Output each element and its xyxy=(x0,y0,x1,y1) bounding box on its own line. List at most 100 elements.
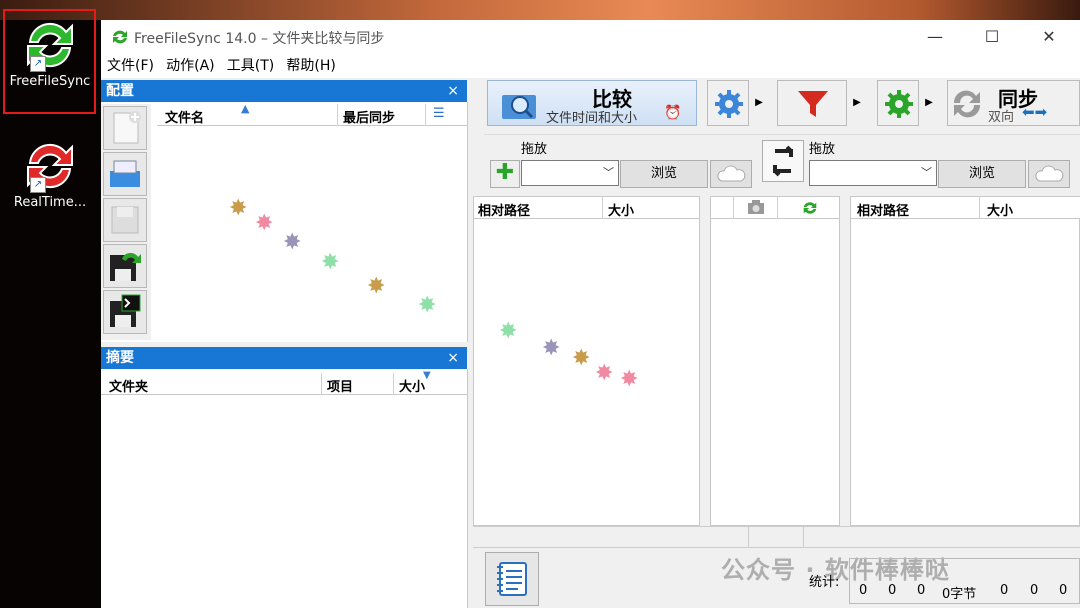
save-as-batch-button[interactable] xyxy=(103,244,147,288)
desktop-icon-realtimesync[interactable]: ↗ RealTime... xyxy=(4,135,96,210)
divider xyxy=(337,104,338,126)
minimize-button[interactable]: — xyxy=(912,24,958,50)
loading-sparkle-icon: ✸ xyxy=(572,346,591,371)
save-as-script-button[interactable] xyxy=(103,290,147,334)
col-relative-path-left[interactable]: 相对路径 xyxy=(478,200,530,219)
stat-right-create: 0 xyxy=(1000,583,1009,598)
compare-variant: 文件时间和大小 xyxy=(546,111,638,126)
shortcut-arrow-icon: ↗ xyxy=(30,56,46,72)
title-bar: FreeFileSync 14.0 – 文件夹比较与同步 — ☐ ✕ xyxy=(101,20,1080,54)
add-folder-pair-button[interactable]: ✚ xyxy=(490,160,520,188)
shortcut-arrow-icon: ↗ xyxy=(30,177,46,193)
col-size-right[interactable]: 大小 xyxy=(987,200,1013,219)
loading-sparkle-icon: ✸ xyxy=(542,336,561,361)
left-folder-label: 拖放 xyxy=(521,142,548,157)
gear-icon xyxy=(715,90,743,118)
divider xyxy=(321,373,322,395)
left-browse-button[interactable]: 浏览 xyxy=(620,160,708,188)
config-pane-close-button[interactable]: × xyxy=(447,80,459,102)
col-size[interactable]: 大小 xyxy=(399,376,425,395)
compare-settings-dropdown[interactable]: ▶ xyxy=(752,80,766,126)
column-options-icon[interactable]: ☰ xyxy=(433,106,445,121)
camera-icon[interactable] xyxy=(747,199,765,219)
loading-sparkle-icon: ✸ xyxy=(367,274,386,299)
desktop-icon-label: FreeFileSync xyxy=(9,74,91,89)
menu-tools[interactable]: 工具(T) xyxy=(227,54,274,78)
new-config-button[interactable] xyxy=(103,106,147,150)
col-filename[interactable]: 文件名 xyxy=(165,107,204,126)
menu-actions[interactable]: 动作(A) xyxy=(166,54,215,78)
log-button[interactable] xyxy=(485,552,539,606)
horizontal-scrollbar[interactable] xyxy=(473,526,1080,548)
stat-left-delete: 0 xyxy=(917,583,926,598)
realtimesync-icon: ↗ xyxy=(20,135,80,195)
sync-button[interactable]: 同步 双向 ⬅➡ xyxy=(947,80,1080,126)
compare-settings-button[interactable] xyxy=(707,80,749,126)
loading-sparkle-icon: ✸ xyxy=(499,319,518,344)
stats-panel: 0 0 0 0字节 0 0 0 xyxy=(849,558,1080,604)
window-title: FreeFileSync 14.0 – 文件夹比较与同步 xyxy=(134,31,385,47)
loading-sparkle-icon: ✸ xyxy=(255,211,274,236)
config-toolbar xyxy=(101,104,151,340)
stat-left-create: 0 xyxy=(859,583,868,598)
stat-right-delete: 0 xyxy=(1059,583,1068,598)
desktop-icon-freefilesync[interactable]: ↗ FreeFileSync xyxy=(4,14,96,89)
right-browse-button[interactable]: 浏览 xyxy=(938,160,1026,188)
loading-sparkle-icon: ✸ xyxy=(418,293,437,318)
save-config-button[interactable] xyxy=(103,198,147,242)
config-pane xyxy=(101,102,468,342)
two-way-arrow-icon: ⬅➡ xyxy=(1022,103,1048,121)
close-button[interactable]: ✕ xyxy=(1026,24,1072,50)
divider xyxy=(393,373,394,395)
divider xyxy=(602,197,603,219)
sync-settings-button[interactable] xyxy=(877,80,919,126)
swap-sides-button[interactable] xyxy=(762,140,804,182)
menu-file[interactable]: 文件(F) xyxy=(107,54,154,78)
divider xyxy=(748,527,749,547)
swap-icon xyxy=(773,145,793,177)
left-folder-input[interactable]: ﹀ xyxy=(521,160,619,186)
col-items[interactable]: 项目 xyxy=(327,376,353,395)
summary-pane-close-button[interactable]: × xyxy=(447,347,459,369)
col-last-sync[interactable]: 最后同步 xyxy=(343,107,395,126)
right-folder-input[interactable]: ﹀ xyxy=(809,160,937,186)
compare-button[interactable]: 比较 文件时间和大小 ⏰ xyxy=(487,80,697,126)
maximize-button[interactable]: ☐ xyxy=(969,24,1015,50)
divider xyxy=(803,527,804,547)
right-folder-label: 拖放 xyxy=(809,142,836,157)
divider xyxy=(979,197,980,219)
left-cloud-button[interactable] xyxy=(710,160,752,188)
open-config-button[interactable] xyxy=(103,152,147,196)
filter-button[interactable] xyxy=(777,80,847,126)
summary-list-header: 文件夹 项目 大小 ▼ xyxy=(101,370,467,395)
middle-action-grid xyxy=(710,196,840,526)
config-pane-header: 配置 × xyxy=(101,80,467,102)
col-folder[interactable]: 文件夹 xyxy=(109,376,148,395)
sort-descending-icon: ▼ xyxy=(423,370,431,381)
config-pane-title: 配置 xyxy=(106,83,134,99)
cloud-icon xyxy=(1035,165,1064,182)
summary-pane-header: 摘要 × xyxy=(101,347,467,369)
freefilesync-icon: ↗ xyxy=(20,14,80,74)
sync-icon xyxy=(953,90,981,118)
divider xyxy=(777,197,778,219)
stat-right-update: 0 xyxy=(1030,583,1039,598)
loading-sparkle-icon: ✸ xyxy=(595,361,614,386)
loading-sparkle-icon: ✸ xyxy=(229,196,248,221)
stat-left-update: 0 xyxy=(888,583,897,598)
filter-dropdown[interactable]: ▶ xyxy=(850,80,864,126)
right-cloud-button[interactable] xyxy=(1028,160,1070,188)
col-size-left[interactable]: 大小 xyxy=(608,200,634,219)
desktop-wallpaper xyxy=(0,0,1080,20)
sync-action-icon[interactable] xyxy=(801,199,819,221)
gear-icon xyxy=(885,90,913,118)
chevron-down-icon: ﹀ xyxy=(603,166,614,179)
magnifier-folder-icon xyxy=(502,95,536,119)
summary-pane-title: 摘要 xyxy=(106,350,134,366)
menu-help[interactable]: 帮助(H) xyxy=(286,54,335,78)
col-relative-path-right[interactable]: 相对路径 xyxy=(857,200,909,219)
sync-settings-dropdown[interactable]: ▶ xyxy=(922,80,936,126)
log-notebook-icon xyxy=(497,562,527,596)
app-icon xyxy=(110,27,130,47)
stat-bytes: 0字节 xyxy=(942,587,977,602)
